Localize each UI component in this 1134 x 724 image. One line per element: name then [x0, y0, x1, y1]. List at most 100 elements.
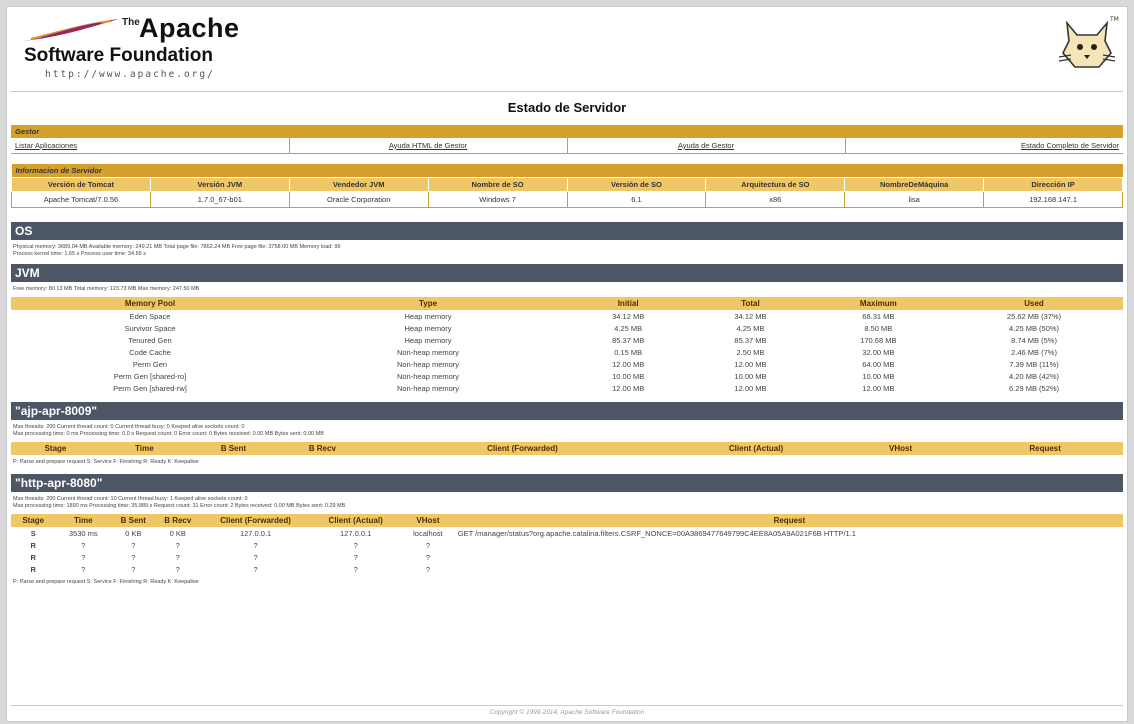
- memory-pool-cell: 7.39 MB (11%): [1009, 359, 1059, 369]
- jvm-vendor: Oracle Corporation: [288, 191, 429, 208]
- ajp-table: Stage Time B Sent B Recv Client (Forwarded) C…: [11, 442, 1123, 455]
- http-col-header: Request: [455, 514, 1123, 527]
- memory-pool-row: Tenured Gen Heap memory 85.37 MB 85.37 MB 17…: [11, 334, 1123, 346]
- col-tomcat-version: Versión de Tomcat: [11, 177, 151, 192]
- http-cell: 3530 ms: [68, 528, 98, 538]
- memory-pool-cell: Code Cache: [129, 347, 171, 357]
- request-cell: [456, 539, 1123, 551]
- memory-pool-cell: 8.74 MB (5%): [1011, 335, 1057, 345]
- memory-pool-cell: 4.20 MB (42%): [1009, 371, 1060, 381]
- memory-pool-cell: Heap memory: [404, 335, 452, 345]
- memory-pool-cell: Non-heap memory: [396, 383, 460, 393]
- os-section-title: OS: [11, 222, 1123, 240]
- memory-pool-cell: 12.00 MB: [734, 383, 767, 393]
- ajp-col-header: Time: [99, 442, 189, 455]
- jvm-version: 1.7.0_67-b01: [149, 191, 290, 208]
- memory-pool-cell: 2.50 MB: [736, 347, 765, 357]
- memory-pool-row: Eden Space Heap memory 34.12 MB 34.12 MB 68.…: [11, 310, 1123, 322]
- logo-the: The: [122, 17, 140, 28]
- http-cell: ?: [253, 552, 258, 562]
- http-cell: ?: [175, 564, 180, 574]
- memory-pool-cell: 12.00 MB: [612, 359, 645, 369]
- list-applications-link[interactable]: Listar Aplicaciones: [11, 138, 290, 154]
- stage-cell: S: [30, 528, 36, 538]
- http-cell: ?: [81, 540, 86, 550]
- memory-pool-cell: Survivor Space: [124, 323, 176, 333]
- memory-pool-cell: 64.00 MB: [862, 359, 895, 369]
- http-cell: ?: [425, 540, 431, 550]
- logo-apache: Apache: [139, 13, 240, 43]
- complete-server-status-link[interactable]: Estado Completo de Servidor: [845, 138, 1123, 154]
- memory-pool-cell: 4.25 MB: [736, 323, 765, 333]
- http-request-row: R??????: [11, 551, 1123, 563]
- memory-pool-cell: 10.00 MB: [612, 371, 645, 381]
- ajp-col-header: Request: [967, 442, 1123, 455]
- col-ip-address: Dirección IP: [983, 177, 1123, 192]
- ajp-col-header: Stage: [11, 442, 100, 455]
- col-used: Used: [945, 297, 1123, 310]
- memory-pool-cell: 6.29 MB (52%): [1009, 383, 1060, 393]
- manager-table: Gestor Listar Aplicaciones Ayuda HTML de…: [11, 125, 1123, 154]
- logo-url: http://www.apache.org/: [45, 69, 215, 80]
- feather-icon: [23, 19, 119, 41]
- http-cell: 0 KB: [169, 528, 186, 538]
- apache-logo[interactable]: The Apache Software Foundation http://ww…: [17, 13, 257, 85]
- manager-help-link[interactable]: Ayuda de Gestor: [567, 138, 846, 154]
- http-cell: 127.0.0.1: [239, 528, 272, 538]
- ajp-info-line: Max threads: 200 Current thread count: 0…: [13, 424, 245, 430]
- request-cell: [456, 551, 1123, 563]
- memory-pool-cell: 12.00 MB: [734, 359, 767, 369]
- http-cell: ?: [425, 564, 431, 574]
- http-info-line: Max threads: 200 Current thread count: 1…: [13, 496, 248, 502]
- http-cell: 127.0.0.1: [340, 528, 372, 538]
- http-processing-line: Max processing time: 1890 ms Processing …: [13, 503, 346, 509]
- memory-pool-cell: 8.50 MB: [864, 323, 893, 333]
- jvm-section-title: JVM: [11, 264, 1123, 282]
- copyright: Copyright © 1999-2014, Apache Software F…: [489, 709, 645, 716]
- page: The Apache Software Foundation http://ww…: [6, 6, 1128, 722]
- memory-pool-cell: 68.31 MB: [862, 311, 895, 321]
- memory-pool-cell: Perm Gen [shared-ro]: [113, 371, 187, 381]
- http-col-header: Time: [55, 514, 112, 527]
- col-os-name: Nombre de SO: [427, 177, 568, 192]
- http-cell: ?: [81, 552, 86, 562]
- memory-pool-cell: 85.37 MB: [612, 335, 645, 345]
- http-request-row: R??????: [11, 563, 1123, 575]
- html-manager-help-link[interactable]: Ayuda HTML de Gestor: [289, 138, 568, 154]
- memory-pool-row: Perm Gen [shared-ro] Non-heap memory 10.00…: [11, 370, 1123, 382]
- http-cell: ?: [131, 564, 136, 574]
- memory-pool-row: Survivor Space Heap memory 4.25 MB 4.25 MB 8…: [11, 322, 1123, 334]
- memory-pool-cell: 32.00 MB: [862, 347, 895, 357]
- page-title: Estado de Servidor: [507, 100, 627, 115]
- ajp-col-header: Client (Actual): [678, 442, 834, 455]
- http-col-header: Client (Forwarded): [200, 514, 312, 527]
- http-cell: ?: [353, 540, 358, 550]
- http-cell: ?: [175, 552, 180, 562]
- memory-pool-cell: Eden Space: [129, 311, 171, 321]
- http-cell: ?: [353, 552, 358, 562]
- os-process-line: Process kernel time: 1.65 s Process user…: [13, 251, 146, 257]
- ajp-col-header: VHost: [833, 442, 968, 455]
- col-total: Total: [689, 297, 812, 310]
- col-jvm-version: Versión JVM: [149, 177, 290, 192]
- memory-pool-cell: 12.00 MB: [862, 383, 895, 393]
- header: The Apache Software Foundation http://ww…: [7, 7, 1127, 91]
- ajp-col-header: B Sent: [188, 442, 278, 455]
- memory-pool-cell: Non-heap memory: [396, 347, 460, 357]
- memory-pool-cell: 10.00 MB: [734, 371, 767, 381]
- memory-pool-cell: Non-heap memory: [396, 359, 460, 369]
- memory-pool-cell: 10.00 MB: [862, 371, 895, 381]
- manager-header: Gestor: [11, 125, 1123, 138]
- http-cell: ?: [253, 540, 258, 550]
- ajp-col-header: B Recv: [277, 442, 367, 455]
- memory-pool-cell: Tenured Gen: [128, 335, 172, 345]
- server-info-header: Informacion de Servidor: [11, 164, 1123, 178]
- col-hostname: NombreDeMáquina: [844, 177, 985, 192]
- os-arch: x86: [705, 191, 846, 208]
- col-initial: Initial: [567, 297, 690, 310]
- memory-pool-cell: Heap memory: [404, 311, 452, 321]
- hostname: lisa: [844, 191, 985, 208]
- memory-pool-cell: 170.68 MB: [860, 335, 897, 345]
- memory-pool-cell: Non-heap memory: [396, 371, 460, 381]
- os-version: 6.1: [566, 191, 707, 208]
